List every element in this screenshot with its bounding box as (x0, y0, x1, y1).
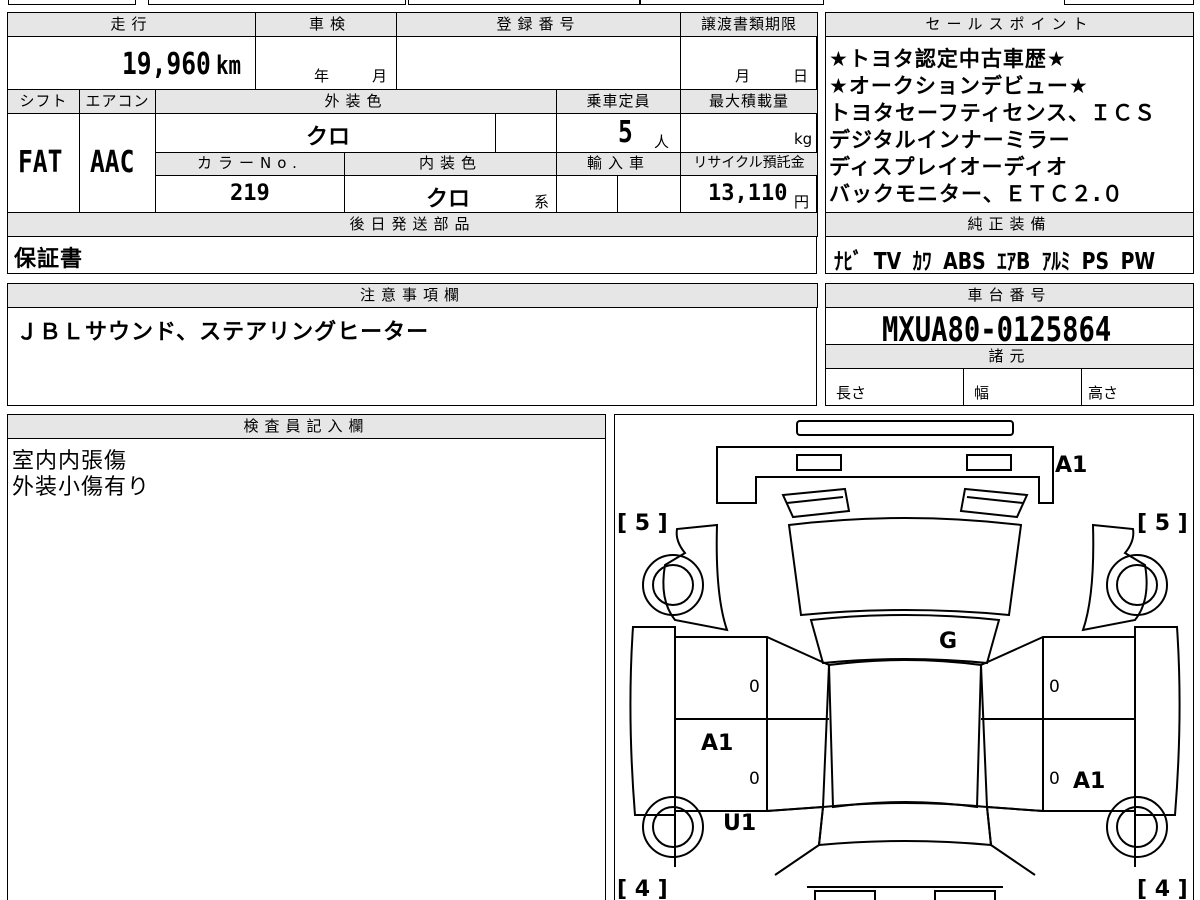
max-load-header: 最大積載量 (680, 89, 818, 114)
registration-cell (396, 36, 681, 90)
sales-points-header: セールスポイント (825, 12, 1194, 37)
chassis-box: 車台番号 MXUA80-0125864 諸元 長さ 幅 高さ (825, 283, 1194, 406)
notes-header: 注意事項欄 (7, 283, 818, 308)
tire-rear-left-tread: [ 4 ] (617, 877, 668, 900)
notes-box: 注意事項欄 ＪＢＬサウンド、ステアリングヒーター (7, 283, 818, 406)
equipment-navi: ﾅﾋﾞ (834, 249, 863, 275)
equipment-airbag: ｴｱB (997, 249, 1031, 275)
int-color-header: 内装色 (344, 152, 557, 176)
capacity-value: 5 (618, 115, 633, 150)
zero-mark-right-front: 0 (1049, 677, 1060, 697)
sales-line: ★オークションデビュー★ (829, 74, 1089, 98)
damage-mark-left-rear-door: A1 (701, 731, 734, 756)
recycle-value: 13,110 (708, 181, 788, 206)
tire-rear-right-tread: [ 4 ] (1137, 877, 1188, 900)
damage-mark-windshield: G (939, 629, 958, 654)
color-no-value: 219 (230, 181, 270, 206)
color-no-header: カラーNo. (155, 152, 345, 176)
sales-line: バックモニター、ＥＴＣ２.０ (829, 182, 1124, 206)
equipment-tv: TV (873, 249, 902, 275)
length-label: 長さ (836, 384, 867, 402)
zero-mark-right-rear: 0 (1049, 769, 1060, 789)
equipment-list: ﾅﾋﾞ TV ｶﾜ ABS ｴｱB ｱﾙﾐ PS PW (834, 242, 1155, 276)
capacity-unit: 人 (654, 133, 670, 151)
equipment-header: 純正装備 (825, 212, 1194, 237)
tire-front-left-tread: [ 5 ] (617, 511, 668, 536)
shaken-month: 月 (372, 67, 388, 85)
registration-header: 登録番号 (396, 12, 681, 37)
shaken-header: 車検 (255, 12, 405, 37)
equipment-ps: PS (1081, 249, 1110, 275)
sales-line: ★トヨタ認定中古車歴★ (829, 47, 1067, 71)
sales-points-box: セールスポイント ★トヨタ認定中古車歴★ ★オークションデビュー★ トヨタセーフ… (825, 12, 1194, 276)
height-label: 高さ (1088, 384, 1119, 402)
max-load-unit: kg (794, 130, 813, 148)
tire-front-right-tread: [ 5 ] (1137, 511, 1188, 536)
car-diagram-box: [ 5 ] [ 5 ] [ 4 ] [ 4 ] A1 G A1 A1 U1 0 … (614, 414, 1194, 900)
sales-line: ディスプレイオーディオ (829, 155, 1069, 179)
equipment-abs: ABS (943, 249, 986, 275)
spec-header: 諸元 (825, 344, 1194, 369)
ext-color-aux-cell (495, 113, 557, 153)
mileage-header: 走行 (7, 12, 256, 37)
top-strip (8, 0, 1194, 5)
equipment-leather: ｶﾜ (912, 249, 932, 275)
import-cell-a (556, 175, 618, 213)
zero-mark-left-front: 0 (749, 677, 760, 697)
transfer-month: 月 (735, 67, 751, 85)
damage-mark-front: A1 (1055, 453, 1088, 478)
capacity-header: 乗車定員 (556, 89, 681, 114)
equipment-alloy: ｱﾙﾐ (1041, 249, 1071, 275)
zero-mark-left-rear: 0 (749, 769, 760, 789)
int-color-value: クロ (426, 187, 471, 212)
vehicle-info-grid: 走行 車検 登録番号 譲渡書類期限 19,960 km 年 月 月 日 シフト … (7, 12, 818, 274)
ext-color-header: 外装色 (155, 89, 557, 114)
width-label: 幅 (974, 384, 990, 402)
inspector-box: 検査員記入欄 室内内張傷 外装小傷有り (7, 414, 606, 900)
sales-line: デジタルインナーミラー (829, 128, 1071, 152)
damage-mark-left-rear: U1 (723, 811, 757, 836)
car-diagram (629, 420, 1181, 900)
recycle-header: リサイクル預託金 (680, 152, 818, 176)
shift-value: FAT (18, 145, 63, 180)
inspector-header: 検査員記入欄 (7, 414, 606, 439)
inspector-line: 外装小傷有り (12, 475, 151, 500)
import-cell-b (617, 175, 681, 213)
transfer-deadline-header: 譲渡書類期限 (680, 12, 818, 37)
sales-line: トヨタセーフティセンス、ＩＣＳ (829, 101, 1157, 125)
aircon-header: エアコン (79, 89, 156, 114)
notes-value: ＪＢＬサウンド、ステアリングヒーター (16, 320, 430, 345)
import-header: 輸入車 (556, 152, 681, 176)
ext-color-value: クロ (306, 125, 351, 150)
recycle-unit: 円 (794, 193, 810, 211)
mileage-value: 19,960 (122, 47, 211, 82)
chassis-header: 車台番号 (825, 283, 1194, 308)
shaken-year: 年 (314, 67, 330, 85)
shift-header: シフト (7, 89, 80, 114)
later-parts-value: 保証書 (14, 247, 84, 272)
later-parts-header: 後日発送部品 (7, 212, 818, 237)
equipment-pw: PW (1120, 249, 1156, 275)
damage-mark-right-rear-door: A1 (1073, 769, 1106, 794)
int-color-unit: 系 (534, 193, 550, 211)
mileage-unit: km (216, 51, 242, 81)
aircon-value: AAC (90, 145, 135, 180)
transfer-day: 日 (793, 67, 809, 85)
